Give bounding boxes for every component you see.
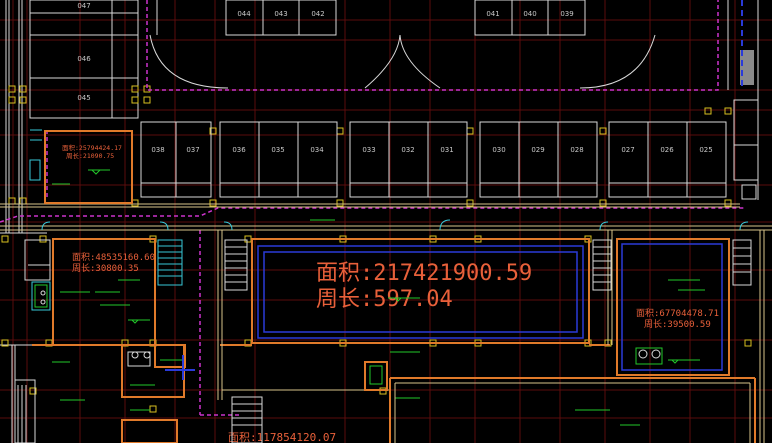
stall-label: 037 bbox=[186, 146, 199, 154]
room-bottom-area: 面积:117854120.07 bbox=[228, 431, 336, 443]
stall-label: 039 bbox=[560, 10, 573, 18]
stall-label: 044 bbox=[237, 10, 251, 18]
room-right-perimeter: 周长:39500.59 bbox=[644, 318, 711, 330]
stall-label: 047 bbox=[77, 2, 90, 10]
stall-label: 034 bbox=[310, 146, 324, 154]
room-center-area: 面积:217421900.59 bbox=[316, 261, 532, 286]
room-left-area: 面积:48535160.60 bbox=[72, 251, 155, 263]
stall-label: 028 bbox=[570, 146, 583, 154]
stall-label: 029 bbox=[531, 146, 544, 154]
stall-label: 027 bbox=[621, 146, 634, 154]
room-small-area: 面积:25794424.17 bbox=[62, 143, 122, 152]
stall-label: 043 bbox=[274, 10, 287, 18]
stall-label: 038 bbox=[151, 146, 164, 154]
stall-label: 025 bbox=[699, 146, 712, 154]
room-left-perimeter: 周长:30800.35 bbox=[72, 262, 139, 274]
stall-label: 046 bbox=[77, 55, 91, 63]
stall-label: 045 bbox=[77, 94, 90, 102]
stall-label: 041 bbox=[486, 10, 499, 18]
stall-label: 031 bbox=[440, 146, 453, 154]
stall-label: 036 bbox=[232, 146, 246, 154]
stall-label: 033 bbox=[362, 146, 375, 154]
stall-label: 040 bbox=[523, 10, 536, 18]
room-small-perimeter: 周长:21090.75 bbox=[66, 151, 114, 160]
stall-label: 035 bbox=[271, 146, 284, 154]
room-center-perimeter: 周长:597.04 bbox=[316, 287, 453, 312]
stall-label: 026 bbox=[660, 146, 674, 154]
cad-drawing-canvas[interactable]: 047 046 045 044 043 042 041 040 039 038 … bbox=[0, 0, 772, 443]
stall-label: 032 bbox=[401, 146, 414, 154]
stall-label: 030 bbox=[492, 146, 505, 154]
stall-label: 042 bbox=[311, 10, 324, 18]
room-right-area: 面积:67704478.71 bbox=[636, 307, 719, 319]
